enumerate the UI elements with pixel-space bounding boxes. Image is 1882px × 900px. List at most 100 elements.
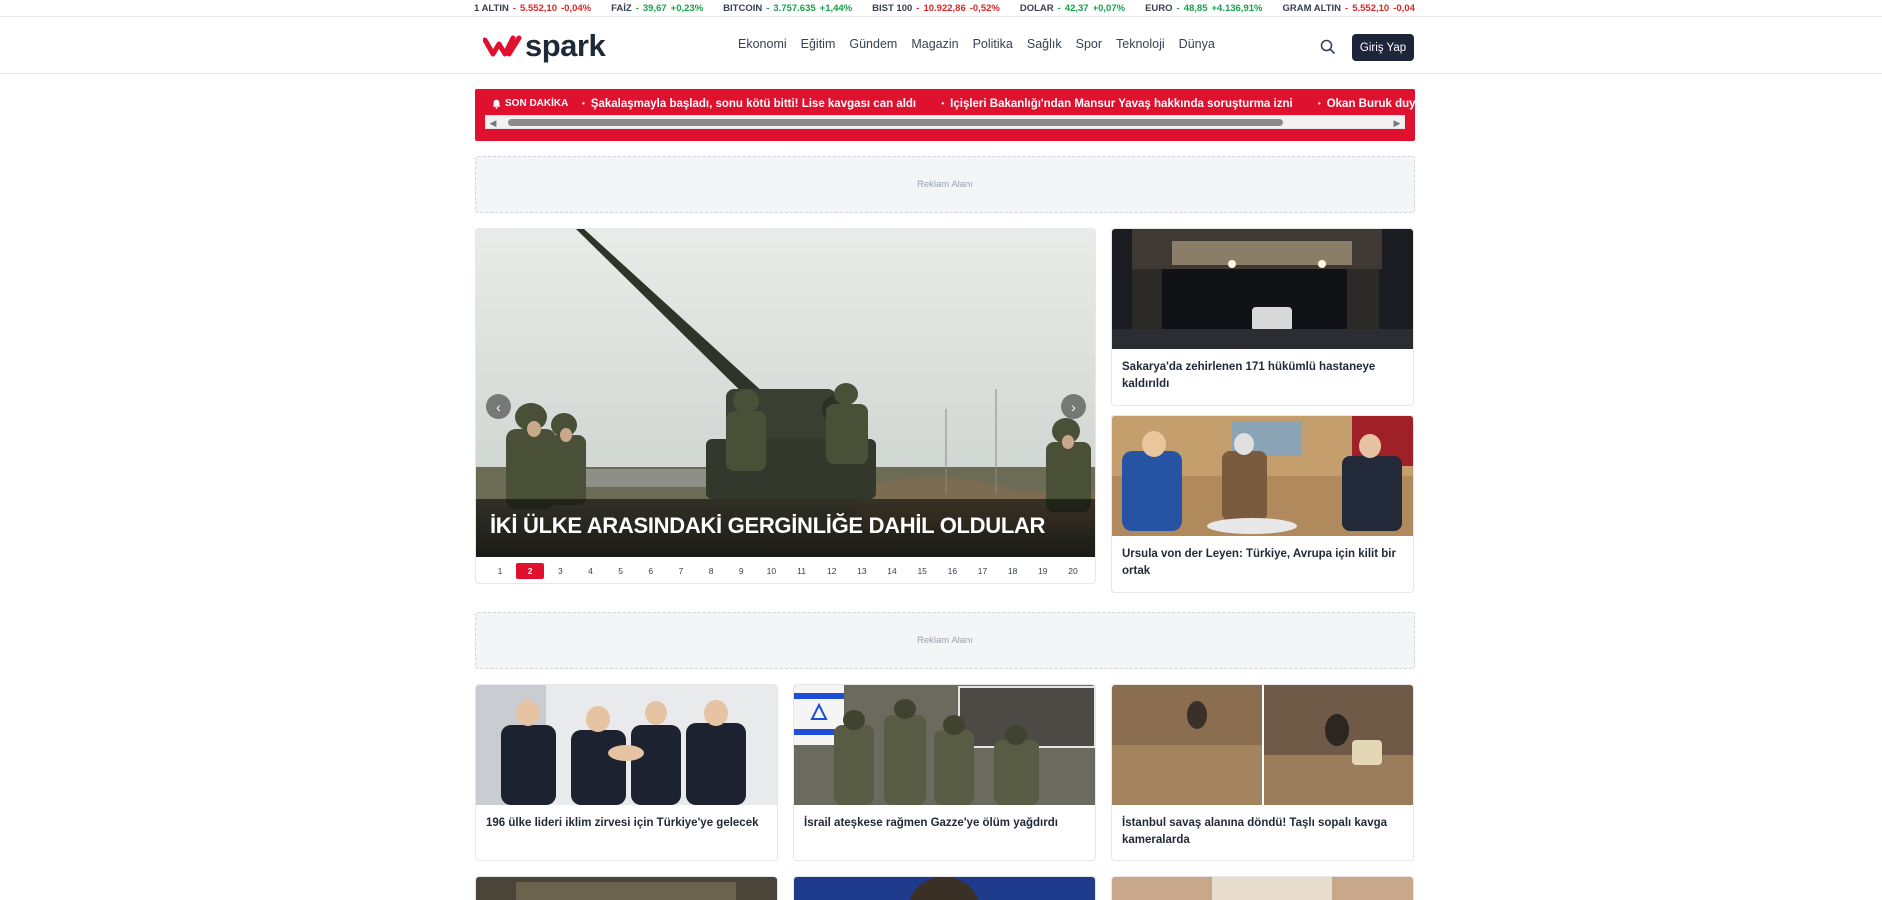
grid-news-card[interactable] — [793, 876, 1096, 900]
news-image[interactable] — [1112, 229, 1413, 349]
nav-item-teknoloji[interactable]: Teknoloji — [1116, 37, 1165, 51]
news-image[interactable] — [1112, 416, 1413, 536]
news-photo — [1112, 229, 1413, 349]
slider-headline[interactable]: İKİ ÜLKE ARASINDAKİ GERGİNLİĞE DAHİL OLD… — [476, 499, 1095, 557]
scroll-left-icon[interactable]: ◀ — [488, 118, 498, 128]
slider-next-button[interactable]: › — [1061, 394, 1086, 419]
news-image[interactable] — [476, 685, 777, 805]
slider-page-button[interactable]: 3 — [546, 563, 574, 579]
ticker-item[interactable]: DOLAR -42,37 +0,07% — [1020, 3, 1125, 14]
ticker-item[interactable]: GRAM ALTIN -5.552,10 -0,04 — [1282, 3, 1414, 14]
news-photo — [794, 877, 1095, 900]
news-title[interactable]: İstanbul savaş alanına döndü! Taşlı sopa… — [1112, 805, 1413, 859]
ticker-item[interactable]: BIST 100-10.922,86 -0,52% — [872, 3, 1000, 14]
spark-logo-icon — [483, 35, 522, 57]
headline-slider[interactable]: İKİ ÜLKE ARASINDAKİ GERGİNLİĞE DAHİL OLD… — [475, 228, 1096, 584]
ticker-name: 1 ALTIN — [474, 3, 509, 14]
news-photo — [1112, 685, 1413, 805]
news-title[interactable]: Sakarya'da zehirlenen 171 hükümlü hastan… — [1112, 349, 1413, 403]
chevron-right-icon: › — [1071, 398, 1076, 415]
news-title[interactable]: 196 ülke lideri iklim zirvesi için Türki… — [476, 805, 777, 842]
ticker-value: 42,37 — [1064, 3, 1089, 14]
nav-item-gundem[interactable]: Gündem — [849, 37, 897, 51]
ticker-dash: - — [916, 3, 920, 14]
nav-item-magazin[interactable]: Magazin — [911, 37, 958, 51]
grid-news-card[interactable]: İsrail ateşkese rağmen Gazze'ye ölüm yağ… — [793, 684, 1096, 861]
site-logo[interactable]: spark — [483, 28, 606, 63]
slider-page-button[interactable]: 9 — [727, 563, 755, 579]
ticker-dash: - — [1176, 3, 1180, 14]
ticker-item[interactable]: FAİZ -39,67 +0,23% — [611, 3, 703, 14]
slider-prev-button[interactable]: ‹ — [486, 394, 511, 419]
breaking-item[interactable]: Şakalaşmayla başladı, sonu kötü bitti! L… — [582, 98, 916, 110]
ticker-change: +0,23% — [670, 3, 704, 14]
breaking-label: SON DAKİKA — [492, 98, 568, 109]
ticker-dash: - — [1057, 3, 1061, 14]
slider-page-button[interactable]: 18 — [999, 563, 1027, 579]
slider-page-button[interactable]: 19 — [1029, 563, 1057, 579]
nav-item-egitim[interactable]: Eğitim — [801, 37, 836, 51]
ticker-value: 5.552,10 — [1352, 3, 1390, 14]
slider-page-button[interactable]: 5 — [607, 563, 635, 579]
slider-page-button[interactable]: 10 — [757, 563, 785, 579]
slider-page-button[interactable]: 8 — [697, 563, 725, 579]
slider-page-button[interactable]: 14 — [878, 563, 906, 579]
slider-page-button[interactable]: 17 — [969, 563, 997, 579]
news-title[interactable]: Ursula von der Leyen: Türkiye, Avrupa iç… — [1112, 536, 1413, 590]
main-nav: Ekonomi Eğitim Gündem Magazin Politika S… — [738, 37, 1229, 51]
ticker-dash: - — [635, 3, 639, 14]
nav-item-saglik[interactable]: Sağlık — [1027, 37, 1062, 51]
grid-news-card[interactable]: 196 ülke lideri iklim zirvesi için Türki… — [475, 684, 778, 861]
search-button[interactable] — [1319, 38, 1337, 56]
news-image[interactable] — [1112, 685, 1413, 805]
ticker-value: 39,67 — [642, 3, 667, 14]
ticker-change: -0,04 — [1393, 3, 1415, 14]
ticker-change: +1,44% — [819, 3, 853, 14]
scroll-thumb[interactable] — [508, 119, 1283, 126]
breaking-item[interactable]: Okan Buruk duyurdu: Sa — [1318, 98, 1415, 110]
ticker-change: +0,07% — [1092, 3, 1126, 14]
news-image[interactable] — [794, 877, 1095, 900]
nav-item-politika[interactable]: Politika — [973, 37, 1013, 51]
breaking-scrollbar[interactable]: ◀ ▶ — [485, 115, 1405, 129]
ticker-change: +4.136,91% — [1211, 3, 1263, 14]
ticker-name: DOLAR — [1019, 3, 1054, 14]
side-news-card[interactable]: Ursula von der Leyen: Türkiye, Avrupa iç… — [1111, 415, 1414, 593]
nav-item-dunya[interactable]: Dünya — [1179, 37, 1215, 51]
grid-news-card[interactable] — [475, 876, 778, 900]
news-image[interactable] — [794, 685, 1095, 805]
slider-image[interactable]: İKİ ÜLKE ARASINDAKİ GERGİNLİĞE DAHİL OLD… — [476, 229, 1095, 557]
ticker-value: 5.552,10 — [520, 3, 557, 14]
ticker-track: 1 ALTIN -5.552,10 -0,04% FAİZ -39,67 +0,23% BI… — [474, 3, 1415, 14]
breaking-item[interactable]: İçişleri Bakanlığı'ndan Mansur Yavaş hak… — [941, 98, 1293, 110]
slider-page-button[interactable]: 20 — [1059, 563, 1087, 579]
ticker-dash: - — [512, 3, 517, 14]
news-image[interactable] — [1112, 877, 1413, 900]
ticker-item[interactable]: EURO -48,85 +4.136,91% — [1145, 3, 1262, 14]
slider-page-button[interactable]: 16 — [938, 563, 966, 579]
slider-page-button[interactable]: 2 — [516, 563, 545, 579]
slider-page-button[interactable]: 4 — [576, 563, 604, 579]
ticker-change: -0,04% — [561, 3, 592, 14]
ticker-item[interactable]: BITCOIN -3.757.635 +1,44% — [723, 3, 852, 14]
grid-news-card[interactable]: İstanbul savaş alanına döndü! Taşlı sopa… — [1111, 684, 1414, 861]
slider-page-button[interactable]: 6 — [637, 563, 665, 579]
news-title[interactable]: İsrail ateşkese rağmen Gazze'ye ölüm yağ… — [794, 805, 1095, 842]
grid-news-card[interactable] — [1111, 876, 1414, 900]
slider-page-button[interactable]: 1 — [486, 563, 514, 579]
nav-item-spor[interactable]: Spor — [1076, 37, 1102, 51]
ticker-value: 10.922,86 — [923, 3, 966, 14]
slider-page-button[interactable]: 13 — [848, 563, 876, 579]
slider-page-button[interactable]: 12 — [818, 563, 846, 579]
news-image[interactable] — [476, 877, 777, 900]
slider-page-button[interactable]: 7 — [667, 563, 695, 579]
scroll-right-icon[interactable]: ▶ — [1392, 118, 1402, 128]
slider-page-button[interactable]: 11 — [788, 563, 816, 579]
login-button[interactable]: Giriş Yap — [1352, 34, 1414, 61]
slider-page-button[interactable]: 15 — [908, 563, 936, 579]
ticker-item[interactable]: 1 ALTIN -5.552,10 -0,04% — [474, 3, 591, 14]
ticker-value: 48,85 — [1183, 3, 1208, 14]
nav-item-ekonomi[interactable]: Ekonomi — [738, 37, 787, 51]
side-news-card[interactable]: Sakarya'da zehirlenen 171 hükümlü hastan… — [1111, 228, 1414, 406]
ticker-name: FAİZ — [611, 3, 632, 14]
